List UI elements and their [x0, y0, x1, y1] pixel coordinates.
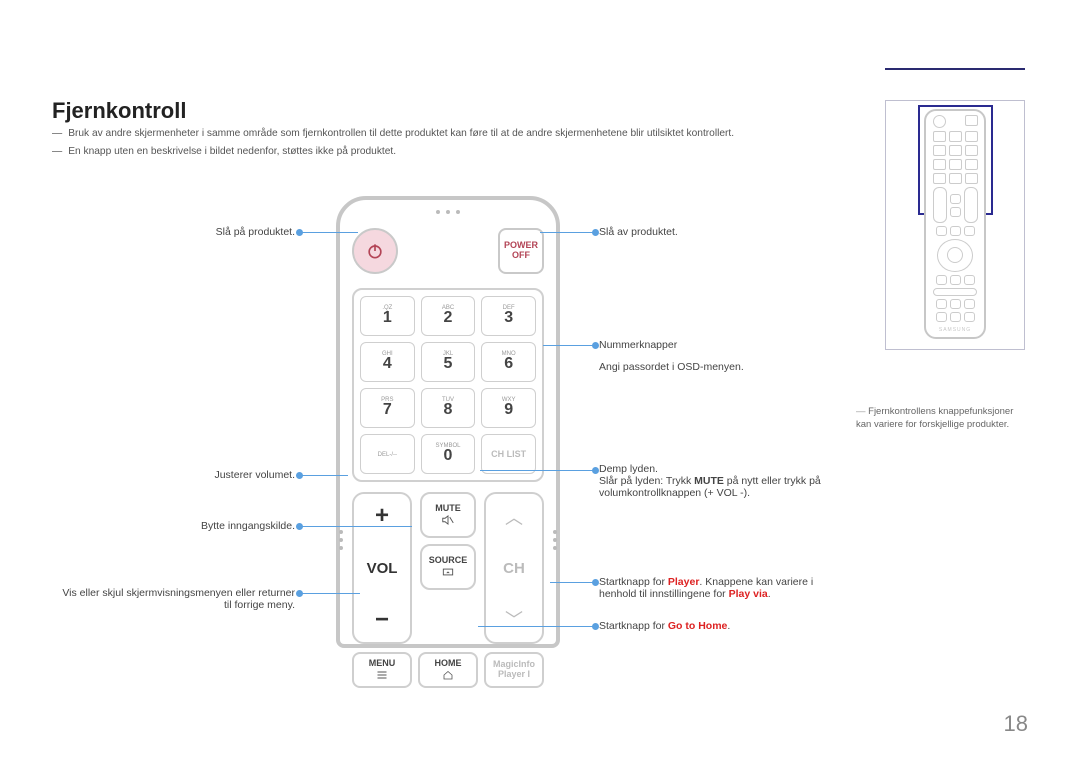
callout-home: Startknapp for Go to Home. — [599, 620, 730, 632]
callout-volume: Justerer volumet. — [70, 469, 295, 481]
volume-down-icon: − — [375, 608, 389, 632]
mini-dpad-icon — [937, 239, 973, 272]
key-8[interactable]: TUV8 — [421, 388, 476, 428]
leader-numbers — [543, 345, 595, 346]
mute-button[interactable]: MUTE — [420, 492, 476, 538]
home-icon — [442, 669, 454, 681]
mini-remote: SAMSUNG — [924, 109, 986, 339]
power-icon — [365, 241, 385, 261]
mute-icon — [441, 513, 455, 527]
callout-source: Bytte inngangskilde. — [70, 520, 295, 532]
key-7[interactable]: PRS7 — [360, 388, 415, 428]
power-on-button[interactable] — [352, 228, 398, 274]
leader-mute — [480, 470, 595, 471]
home-button[interactable]: HOME — [418, 652, 478, 688]
page-title: Fjernkontroll — [52, 98, 186, 124]
menu-icon — [376, 669, 388, 681]
key-4[interactable]: GHI4 — [360, 342, 415, 382]
volume-rocker[interactable]: + VOL − — [352, 492, 412, 644]
key-5[interactable]: JKL5 — [421, 342, 476, 382]
key-1[interactable]: .QZ1 — [360, 296, 415, 336]
mini-brand-label: SAMSUNG — [939, 327, 971, 333]
footnote: ― Fjernkontrollens knappefunksjoner kan … — [856, 405, 1028, 432]
channel-rocker[interactable]: ︿ CH ﹀ — [484, 492, 544, 644]
key-3[interactable]: DEF3 — [481, 296, 536, 336]
menu-button[interactable]: MENU — [352, 652, 412, 688]
leader-home — [478, 626, 595, 627]
side-dots-left — [339, 530, 343, 550]
volume-up-icon: + — [375, 504, 389, 528]
leader-power-on — [300, 232, 358, 233]
number-keypad: .QZ1 ABC2 DEF3 GHI4 JKL5 MNO6 PRS7 TUV8 … — [352, 288, 544, 482]
key-0[interactable]: SYMBOL0 — [421, 434, 476, 474]
leader-source — [300, 526, 412, 527]
source-button[interactable]: SOURCE — [420, 544, 476, 590]
source-icon — [441, 565, 455, 579]
note-1: ―Bruk av andre skjermenheter i samme omr… — [52, 128, 734, 139]
side-dots-right — [553, 530, 557, 550]
key-2[interactable]: ABC2 — [421, 296, 476, 336]
callout-menu: Vis eller skjul skjermvisningsmenyen ell… — [48, 587, 295, 611]
note-2: ―En knapp uten en beskrivelse i bildet n… — [52, 146, 396, 157]
callout-power-on: Slå på produktet. — [70, 226, 295, 238]
chevron-down-icon: ﹀ — [505, 606, 523, 632]
leader-player — [550, 582, 595, 583]
header-rule — [885, 68, 1025, 70]
remote-body: POWER OFF .QZ1 ABC2 DEF3 GHI4 JKL5 MNO6 … — [336, 196, 560, 648]
key-6[interactable]: MNO6 — [481, 342, 536, 382]
callout-power-off: Slå av produktet. — [599, 226, 678, 238]
callout-numbers: Nummerknapper Angi passordet i OSD-menye… — [599, 339, 744, 373]
magicinfo-player-button[interactable]: MagicInfo Player I — [484, 652, 544, 688]
leader-menu — [300, 593, 360, 594]
overview-frame: SAMSUNG — [885, 100, 1025, 350]
callout-mute: Demp lyden. Slår på lyden: Trykk MUTE på… — [599, 463, 889, 499]
power-off-button[interactable]: POWER OFF — [498, 228, 544, 274]
chevron-up-icon: ︿ — [505, 504, 523, 530]
key-9[interactable]: WXY9 — [481, 388, 536, 428]
leader-power-off — [540, 232, 595, 233]
page-number: 18 — [1004, 711, 1028, 737]
leader-volume — [300, 475, 348, 476]
callout-player: Startknapp for Player. Knappene kan vari… — [599, 576, 889, 600]
remote-ir-dots — [436, 210, 460, 214]
key-del[interactable]: DEL-/-- — [360, 434, 415, 474]
key-chlist[interactable]: CH LIST — [481, 434, 536, 474]
